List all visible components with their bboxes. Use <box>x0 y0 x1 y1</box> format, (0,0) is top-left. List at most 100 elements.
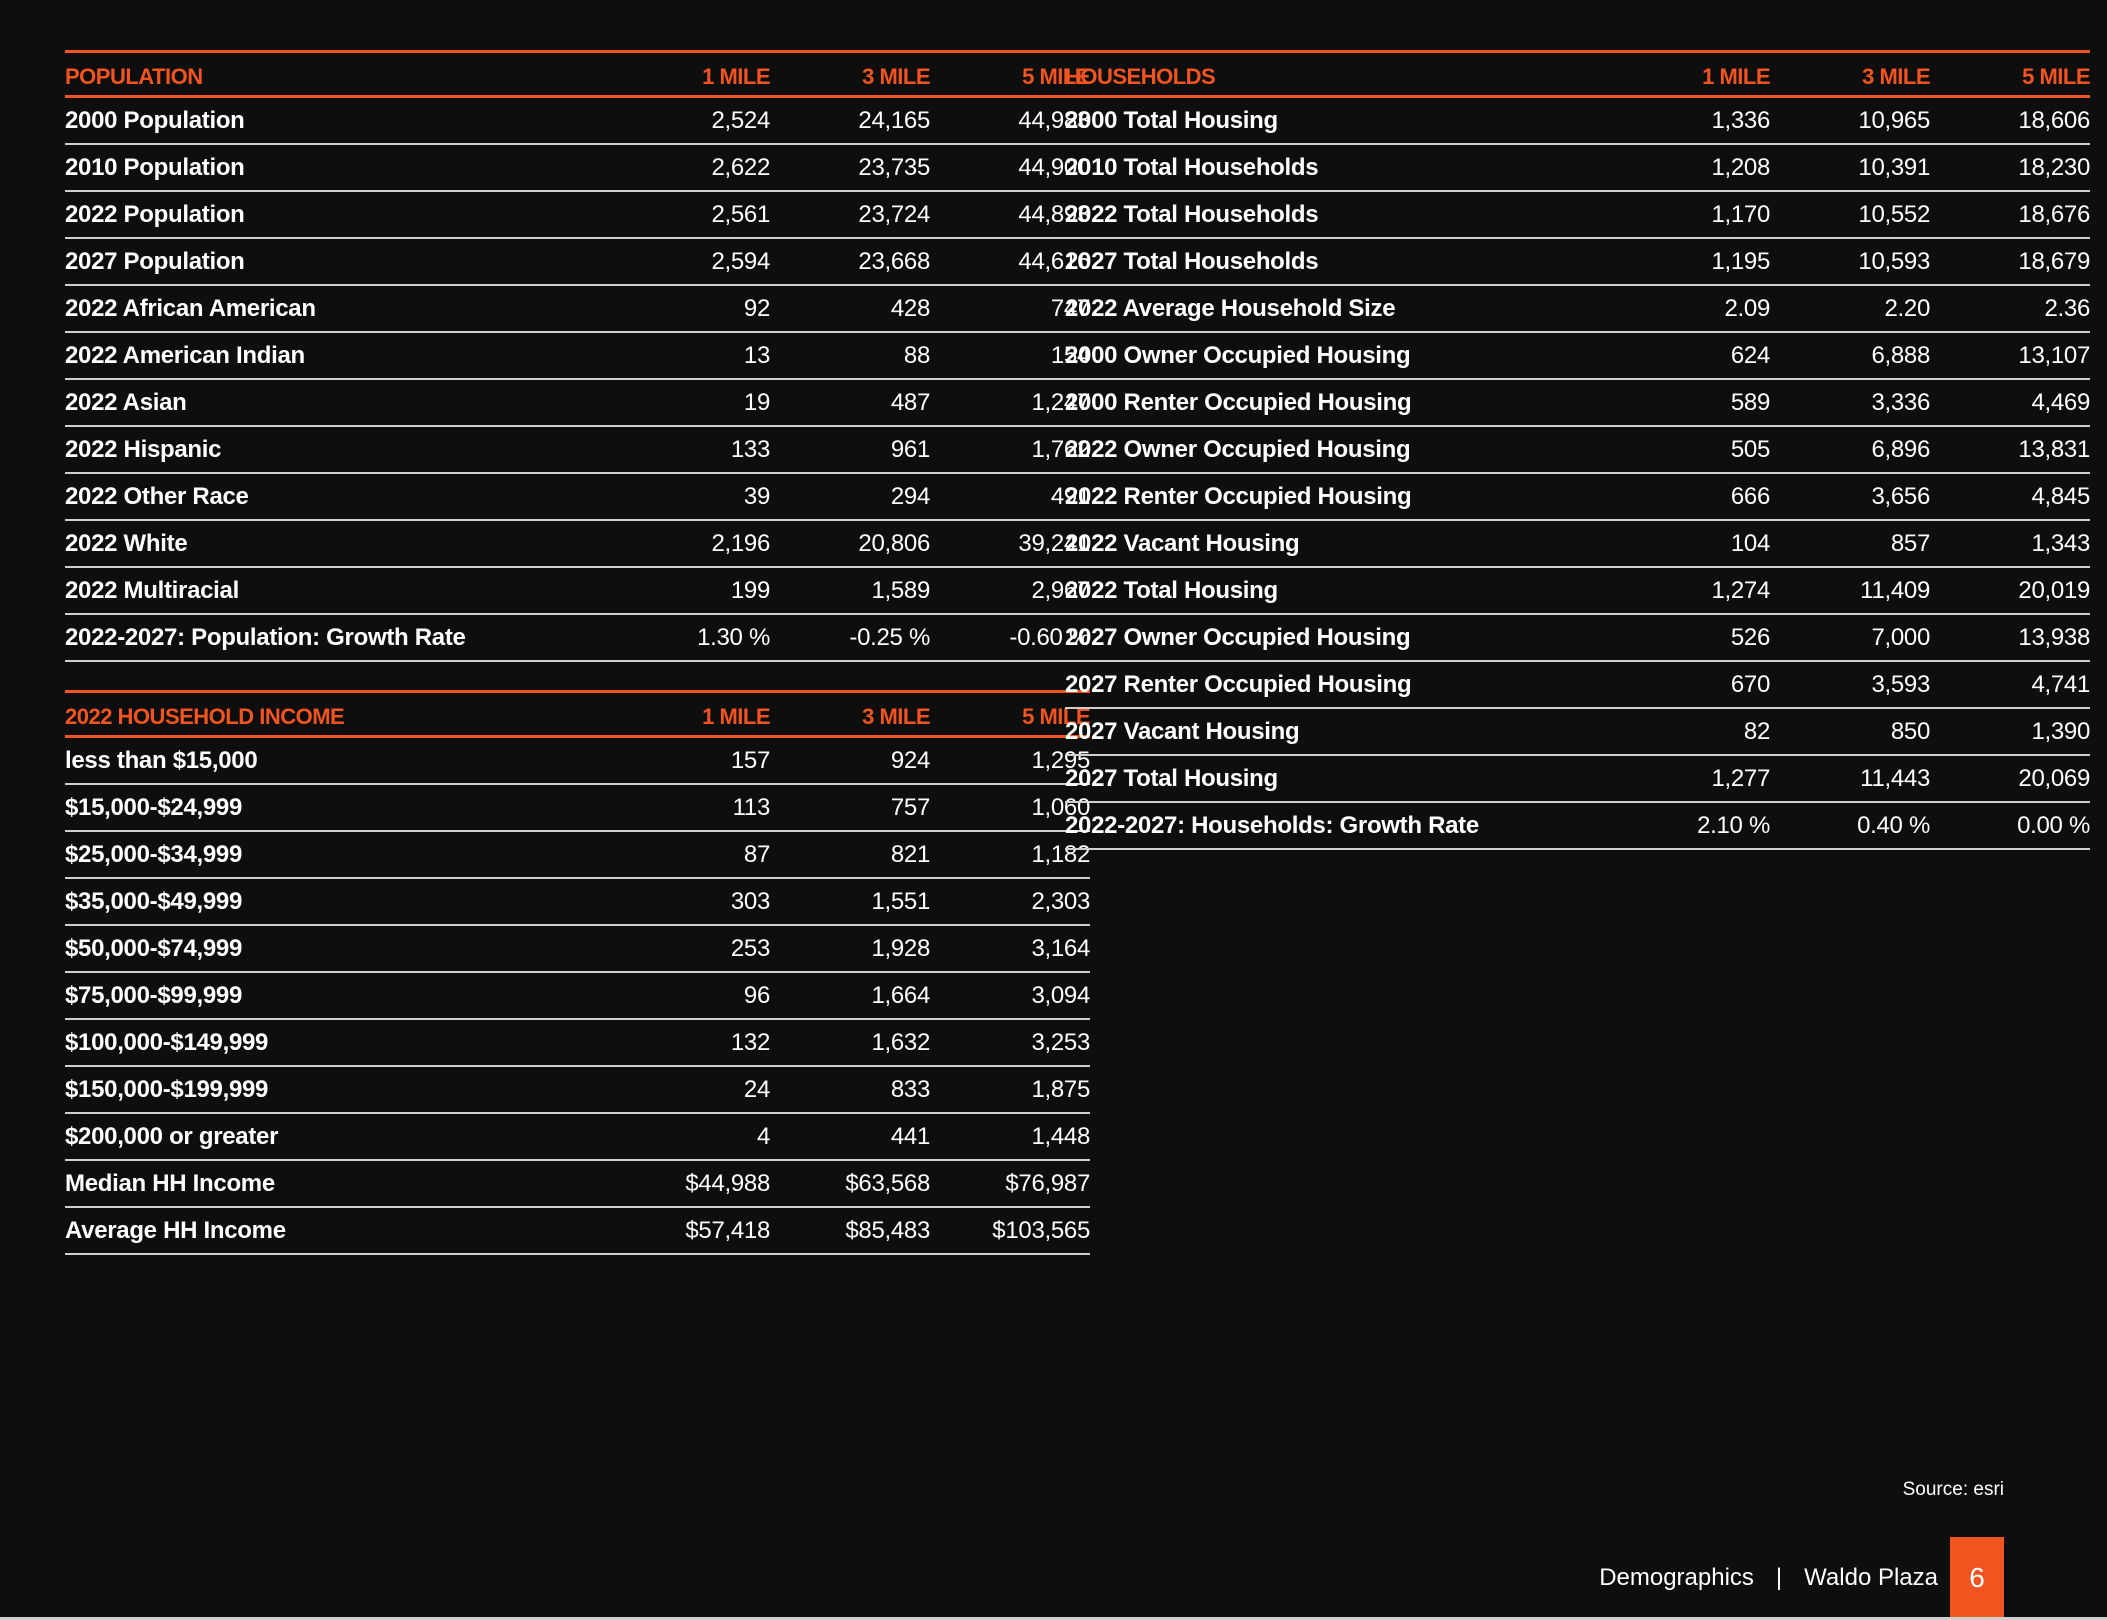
table-row: $75,000-$99,999 96 1,664 3,094 <box>65 972 1090 1020</box>
table-row: 2010 Total Households 1,208 10,391 18,230 <box>1065 144 2090 192</box>
table-row: 2022 Owner Occupied Housing 505 6,896 13,83… <box>1065 426 2090 474</box>
table-row: 2022 Population 2,561 23,724 44,893 <box>65 191 1090 239</box>
row-value: 821 <box>770 831 930 879</box>
population-header-col-1: 1 MILE <box>610 50 771 98</box>
row-value: 924 <box>770 736 930 785</box>
row-value: 857 <box>1770 520 1930 568</box>
row-value: 6,896 <box>1770 426 1930 474</box>
row-value: 132 <box>610 1019 770 1067</box>
row-value: 20,019 <box>1930 567 2090 615</box>
row-value: 18,606 <box>1930 96 2090 145</box>
row-value: $44,988 <box>610 1160 770 1208</box>
row-value: $76,987 <box>930 1160 1090 1208</box>
row-value: 1,632 <box>770 1019 930 1067</box>
table-row: 2027 Population 2,594 23,668 44,616 <box>65 238 1090 286</box>
row-value: 20,069 <box>1930 755 2090 803</box>
row-value: $57,418 <box>610 1207 770 1255</box>
row-value: 23,735 <box>770 144 930 192</box>
footer-section-label: Demographics <box>1599 1564 1754 1591</box>
row-value: 487 <box>770 379 930 427</box>
row-value: 3,094 <box>930 972 1090 1020</box>
row-value: 20,806 <box>770 520 930 568</box>
row-value: 10,593 <box>1770 238 1930 286</box>
table-row: $200,000 or greater 4 441 1,448 <box>65 1113 1090 1161</box>
row-value: 0.00 % <box>1930 802 2090 850</box>
table-row: 2022 Total Households 1,170 10,552 18,676 <box>1065 191 2090 239</box>
row-value: 133 <box>610 426 770 474</box>
table-row: $50,000-$74,999 253 1,928 3,164 <box>65 925 1090 973</box>
row-label: $50,000-$74,999 <box>65 925 610 973</box>
row-value: 1,589 <box>770 567 930 615</box>
households-header-col-1: 1 MILE <box>1610 50 1771 98</box>
row-value: 1.30 % <box>610 614 770 662</box>
population-header-title: POPULATION <box>65 50 610 98</box>
row-value: $63,568 <box>770 1160 930 1208</box>
income-header-col-1: 1 MILE <box>610 690 771 738</box>
row-label: 2022 Total Housing <box>1065 567 1610 615</box>
row-value: 24 <box>610 1066 770 1114</box>
page-footer: Demographics | Waldo Plaza 6 <box>1599 1537 2004 1619</box>
row-value: 13,938 <box>1930 614 2090 662</box>
row-label: 2000 Population <box>65 96 610 145</box>
row-value: 3,253 <box>930 1019 1090 1067</box>
households-header-title: HOUSEHOLDS <box>1065 50 1610 98</box>
row-value: 11,443 <box>1770 755 1930 803</box>
row-value: 1,336 <box>1610 96 1770 145</box>
row-value: 1,448 <box>930 1113 1090 1161</box>
row-label: 2022 Total Households <box>1065 191 1610 239</box>
footer-property-name: Waldo Plaza <box>1804 1564 1938 1591</box>
table-row: 2022 Vacant Housing 104 857 1,343 <box>1065 520 2090 568</box>
row-label: less than $15,000 <box>65 736 610 785</box>
table-row: 2022 Other Race 39 294 491 <box>65 473 1090 521</box>
row-value: 666 <box>1610 473 1770 521</box>
table-row: $100,000-$149,999 132 1,632 3,253 <box>65 1019 1090 1067</box>
row-label: 2022 Multiracial <box>65 567 610 615</box>
row-value: 82 <box>1610 708 1770 756</box>
table-row: 2000 Population 2,524 24,165 44,983 <box>65 96 1090 145</box>
row-value: 2.09 <box>1610 285 1770 333</box>
row-value: 303 <box>610 878 770 926</box>
income-header-row: 2022 HOUSEHOLD INCOME 1 MILE 3 MILE 5 MILE <box>65 690 1091 738</box>
row-label: 2022 Renter Occupied Housing <box>1065 473 1610 521</box>
row-label: 2022 Hispanic <box>65 426 610 474</box>
table-row: 2027 Total Housing 1,277 11,443 20,069 <box>1065 755 2090 803</box>
table-row: 2000 Renter Occupied Housing 589 3,336 4,46… <box>1065 379 2090 427</box>
row-value: 1,928 <box>770 925 930 973</box>
table-row: $150,000-$199,999 24 833 1,875 <box>65 1066 1090 1114</box>
row-value: 10,965 <box>1770 96 1930 145</box>
row-value: 1,551 <box>770 878 930 926</box>
row-value: 2.20 <box>1770 285 1930 333</box>
row-label: $75,000-$99,999 <box>65 972 610 1020</box>
households-header-col-2: 3 MILE <box>1770 50 1931 98</box>
row-label: 2022 White <box>65 520 610 568</box>
row-value: 961 <box>770 426 930 474</box>
table-row: Median HH Income $44,988 $63,568 $76,987 <box>65 1160 1090 1208</box>
table-row: 2000 Owner Occupied Housing 624 6,888 13,10… <box>1065 332 2090 380</box>
row-value: 1,208 <box>1610 144 1770 192</box>
row-value: 428 <box>770 285 930 333</box>
row-value: 23,668 <box>770 238 930 286</box>
row-value: 18,679 <box>1930 238 2090 286</box>
row-label: 2000 Owner Occupied Housing <box>1065 332 1610 380</box>
row-value: 2.10 % <box>1610 802 1770 850</box>
table-row: Average HH Income $57,418 $85,483 $103,565 <box>65 1207 1090 1255</box>
row-value: 2,594 <box>610 238 770 286</box>
row-label: 2022 Asian <box>65 379 610 427</box>
table-row: $35,000-$49,999 303 1,551 2,303 <box>65 878 1090 926</box>
row-value: 3,593 <box>1770 661 1930 709</box>
row-label: $100,000-$149,999 <box>65 1019 610 1067</box>
row-label: 2010 Total Households <box>1065 144 1610 192</box>
row-label: 2027 Total Households <box>1065 238 1610 286</box>
row-value: 1,390 <box>1930 708 2090 756</box>
row-label: 2022 Average Household Size <box>1065 285 1610 333</box>
row-label: 2000 Total Housing <box>1065 96 1610 145</box>
row-label: 2010 Population <box>65 144 610 192</box>
row-value: 1,875 <box>930 1066 1090 1114</box>
row-value: 1,277 <box>1610 755 1770 803</box>
row-value: 2.36 <box>1930 285 2090 333</box>
row-value: 624 <box>1610 332 1770 380</box>
table-row: $15,000-$24,999 113 757 1,060 <box>65 784 1090 832</box>
row-value: 87 <box>610 831 770 879</box>
table-row: 2027 Vacant Housing 82 850 1,390 <box>1065 708 2090 756</box>
table-row: 2022 American Indian 13 88 154 <box>65 332 1090 380</box>
